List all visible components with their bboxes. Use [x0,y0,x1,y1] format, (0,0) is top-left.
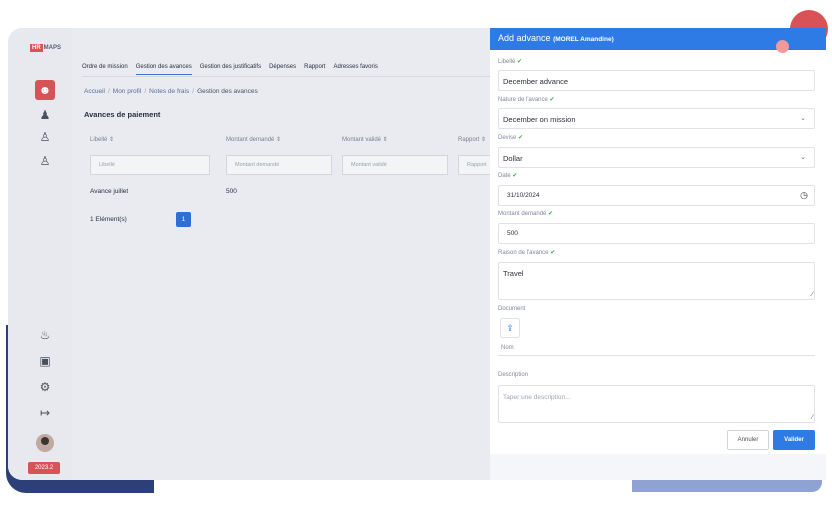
breadcrumb-accueil[interactable]: Accueil [84,88,105,95]
raison-textarea[interactable]: Travel ∕ [498,262,815,300]
sidebar: HR MAPS ☻ ♟ ♙ ♙ ♨ ▣ ⚙ ↦ 2023.2 [8,28,72,480]
label-date-text: Date [498,173,511,179]
breadcrumb-notes-de-frais[interactable]: Notes de frais [149,88,189,95]
image-icon[interactable]: ▣ [36,352,54,370]
dialog-footer [490,454,826,480]
check-icon: ✔ [518,135,524,141]
column-header-libelle[interactable]: Libellé ⇕ [90,136,114,143]
nature-select-value: December on mission [503,115,576,124]
upload-icon[interactable]: ⇪ [500,318,520,338]
resize-handle-icon[interactable]: ∕ [812,414,813,421]
check-icon: ✔ [517,59,523,65]
filter-libelle[interactable]: Libellé [90,155,210,175]
date-input-value: 31/10/2024 [507,192,540,199]
breadcrumb-sep: / [107,88,110,95]
raison-textarea-value: Travel [503,269,524,278]
date-input[interactable]: 31/10/2024 ◷ [498,185,815,206]
page-button-1[interactable]: 1 [176,212,191,227]
label-montant-text: Montant demandé [498,211,547,217]
element-count: 1 Elément(s) [90,216,127,223]
label-date: Date ✔ [498,172,517,179]
bell-icon[interactable]: ♨ [36,326,54,344]
table-cell-libelle[interactable]: Avance juillet [90,188,128,195]
check-icon: ✔ [550,250,556,256]
check-icon: ✔ [548,211,554,217]
label-raison-text: Raison de l'avance [498,250,549,256]
tab-rapport[interactable]: Rapport [304,64,325,75]
table-cell-montant: 500 [226,188,237,195]
decor-dot [776,40,789,53]
tab-gestion-des-justificatifs[interactable]: Gestion des justificatifs [200,64,261,75]
gear-icon[interactable]: ⚙ [36,378,54,396]
tab-gestion-des-avances[interactable]: Gestion des avances [135,64,192,75]
screen: HR MAPS ☻ ♟ ♙ ♙ ♨ ▣ ⚙ ↦ 2023.2 Ordre de … [0,0,832,510]
column-header-montant-valide[interactable]: Montant validé ⇕ [342,136,388,143]
user-icon[interactable]: ♟ [36,106,54,124]
document-divider [498,355,815,356]
tab-divider [82,76,502,77]
breadcrumb-current: Gestion des avances [197,88,258,95]
user-settings-icon[interactable]: ♙ [36,128,54,146]
breadcrumb-mon-profil[interactable]: Mon profil [113,88,142,95]
logo-maps: MAPS [43,45,62,51]
description-placeholder: Taper une description... [503,394,571,401]
label-nature: Nature de l'avance ✔ [498,96,555,103]
montant-input[interactable]: 500 [498,223,815,244]
label-nature-text: Nature de l'avance [498,97,548,103]
label-libelle-text: Libellé [498,59,516,65]
logout-icon[interactable]: ↦ [36,404,54,422]
label-devise: Devise ✔ [498,134,523,141]
profile-icon[interactable]: ☻ [35,80,55,100]
label-libelle: Libellé ✔ [498,58,522,65]
dialog-subtitle: (MOREL Amandine) [553,36,614,43]
check-icon: ✔ [512,173,518,179]
label-description: Description [498,372,529,378]
libelle-input[interactable]: December advance [498,70,815,91]
breadcrumb-sep: / [192,88,195,95]
check-icon: ✔ [549,97,555,103]
breadcrumb-sep: / [144,88,147,95]
tab-depenses[interactable]: Dépenses [269,64,296,75]
tab-adresses-favoris[interactable]: Adresses favoris [333,64,377,75]
devise-select-value: Dollar [503,154,523,163]
column-header-rapport[interactable]: Rapport ⇕ [458,136,486,143]
breadcrumb: Accueil / Mon profil / Notes de frais / … [84,88,258,95]
validate-button[interactable]: Valider [773,430,815,450]
resize-handle-icon[interactable]: ∕ [812,291,813,298]
avatar[interactable] [36,434,54,452]
label-document: Document [498,306,526,312]
document-name-label: Nom [501,345,514,351]
cancel-button[interactable]: Annuler [727,430,769,450]
label-devise-text: Devise [498,135,517,141]
chevron-down-icon: ⌄ [800,154,806,161]
label-montant: Montant demandé ✔ [498,210,553,217]
add-advance-dialog: Add advance (MOREL Amandine) Libellé ✔ D… [490,28,826,480]
clock-icon[interactable]: ◷ [800,190,808,201]
users-settings-icon[interactable]: ♙ [36,152,54,170]
devise-select[interactable]: Dollar ⌄ [498,147,815,168]
chevron-down-icon: ⌄ [800,115,806,122]
filter-montant-valide[interactable]: Montant validé [342,155,448,175]
logo-hr: HR [30,44,43,52]
nature-select[interactable]: December on mission ⌄ [498,108,815,129]
logo: HR MAPS [30,44,61,52]
version-badge: 2023.2 [28,462,60,474]
page-title: Avances de paiement [84,110,161,119]
dialog-title: Add advance [498,33,551,43]
description-textarea[interactable]: Taper une description... ∕ [498,385,815,423]
filter-montant-demande[interactable]: Montant demandé [226,155,332,175]
tab-bar: Ordre de mission Gestion des avances Ges… [82,64,378,75]
label-raison: Raison de l'avance ✔ [498,249,555,256]
tab-ordre-de-mission[interactable]: Ordre de mission [82,64,128,75]
column-header-montant-demande[interactable]: Montant demandé ⇕ [226,136,281,143]
